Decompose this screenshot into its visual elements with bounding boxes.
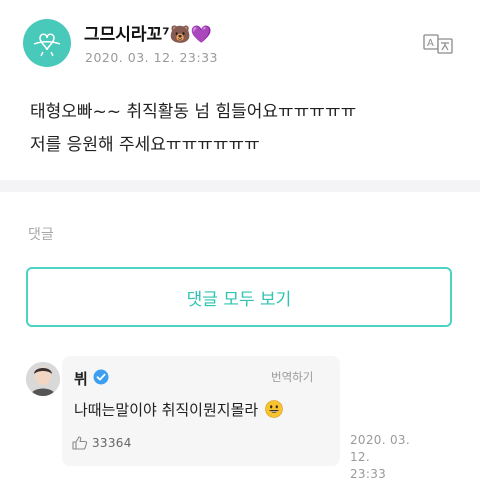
comment-date-day: 2020. 03. 12. bbox=[350, 433, 410, 464]
comment-date: 2020. 03. 12. 23:33 bbox=[350, 432, 430, 483]
translate-icon[interactable]: A bbox=[423, 33, 455, 55]
comment-text-row: 나때는말이야 취직이뭔지몰라 bbox=[74, 399, 283, 420]
like-count: 33364 bbox=[92, 436, 132, 450]
post-body-line: 태형오빠~~ 취직활동 넘 힘들어요ㅠㅠㅠㅠㅠ bbox=[30, 102, 357, 122]
author-name[interactable]: 그므시라꼬⁷🐻💜 bbox=[84, 20, 212, 45]
like-button[interactable]: 33364 bbox=[72, 436, 132, 450]
thumbs-up-icon bbox=[72, 436, 88, 450]
commenter-avatar[interactable] bbox=[26, 362, 60, 396]
author-avatar[interactable] bbox=[23, 19, 71, 67]
comment-text: 나때는말이야 취직이뭔지몰라 bbox=[74, 401, 259, 419]
comment-bubble: 뷔 번역하기 나때는말이야 취직이뭔지몰라 33364 bbox=[62, 356, 340, 466]
comments-heading: 댓글 bbox=[28, 227, 54, 243]
view-all-comments-button[interactable]: 댓글 모두 보기 bbox=[26, 267, 452, 327]
heart-logo-icon bbox=[33, 33, 61, 57]
section-divider bbox=[0, 180, 480, 192]
verified-badge-icon bbox=[93, 369, 109, 385]
post-date: 2020. 03. 12. 23:33 bbox=[85, 50, 218, 65]
comment-author[interactable]: 뷔 bbox=[74, 368, 88, 389]
svg-text:A: A bbox=[427, 38, 434, 49]
smiley-emoji-icon bbox=[265, 400, 283, 418]
post-card: 그므시라꼬⁷🐻💜 2020. 03. 12. 23:33 A 태형오빠~~ 취직… bbox=[0, 0, 480, 180]
comment-date-time: 23:33 bbox=[350, 467, 387, 481]
post-body-line: 저를 응원해 주세요ㅠㅠㅠㅠㅠㅠ bbox=[30, 135, 260, 155]
post-body: 태형오빠~~ 취직활동 넘 힘들어요ㅠㅠㅠㅠㅠ 저를 응원해 주세요ㅠㅠㅠㅠㅠㅠ bbox=[30, 96, 460, 162]
comment-translate-button[interactable]: 번역하기 bbox=[271, 369, 313, 385]
